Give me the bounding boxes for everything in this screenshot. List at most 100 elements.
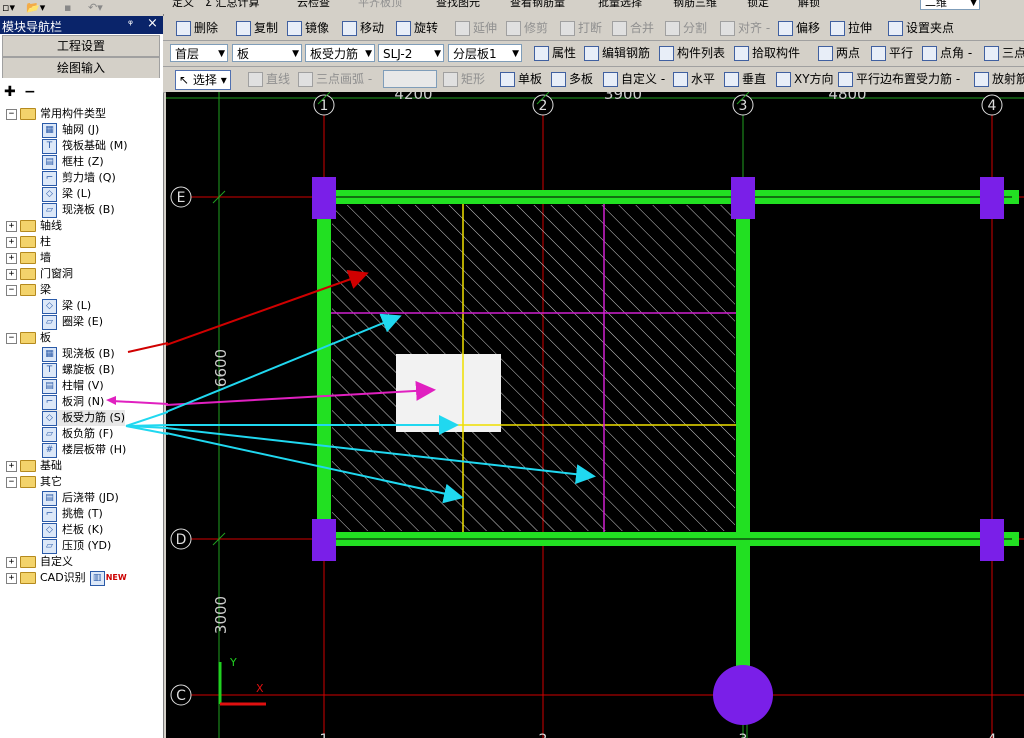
combo-category[interactable]: 板 ▼ xyxy=(232,44,302,62)
toolbar-button[interactable]: 两点 xyxy=(818,44,860,62)
combo-layer[interactable]: 分层板1 ▼ xyxy=(448,44,522,62)
tree-item[interactable]: + 柱 xyxy=(6,234,51,250)
toolbar-button[interactable]: 垂直 xyxy=(724,70,766,88)
tree-item[interactable]: ▦ 现浇板 (B) xyxy=(42,346,115,362)
expand-icon[interactable]: + xyxy=(6,572,17,584)
toolbar-button[interactable]: 编辑钢筋 xyxy=(584,44,650,62)
empty-combo[interactable] xyxy=(383,70,437,88)
save-icon[interactable]: ▪ xyxy=(64,1,71,14)
tree-item[interactable]: ▱ 压顶 (YD) xyxy=(42,538,111,554)
expand-icon[interactable]: + xyxy=(6,460,17,472)
round-column[interactable] xyxy=(713,665,773,725)
close-icon[interactable]: × xyxy=(147,16,158,31)
tree-item[interactable]: ◇ 栏板 (K) xyxy=(42,522,103,538)
tree-item[interactable]: ⌐ 剪力墙 (Q) xyxy=(42,170,116,186)
menu-button[interactable]: 批量选择 xyxy=(598,0,642,12)
pin-icon[interactable]: ᵠ xyxy=(128,17,133,31)
menu-button[interactable]: 锁定 xyxy=(747,0,769,12)
toolbar-button[interactable]: 合并 xyxy=(612,19,654,37)
toolbar-button[interactable]: 点角 - xyxy=(922,44,972,62)
toolbar-button[interactable]: 水平 xyxy=(673,70,715,88)
toolbar-button[interactable]: 平行 xyxy=(871,44,913,62)
combo-floor[interactable]: 首层 ▼ xyxy=(170,44,228,62)
toolbar-button[interactable]: 自定义 - xyxy=(603,70,665,88)
tree-item[interactable]: + 轴线 xyxy=(6,218,62,234)
new-file-icon[interactable]: ▫▾ xyxy=(2,1,15,14)
collapse-icon[interactable]: − xyxy=(6,332,17,344)
expand-icon[interactable]: + xyxy=(6,220,17,232)
select-button[interactable]: ↖ 选择 ▾ xyxy=(175,70,231,90)
tree-item[interactable]: ⌐ 挑檐 (T) xyxy=(42,506,103,522)
menu-button[interactable]: 钢筋三维 xyxy=(673,0,717,12)
tree-item[interactable]: ▤ 后浇带 (JD) xyxy=(42,490,119,506)
tree-item[interactable]: + 墙 xyxy=(6,250,51,266)
toolbar-button[interactable]: 属性 xyxy=(534,44,576,62)
slab-opening[interactable] xyxy=(396,354,501,432)
toolbar-button[interactable]: 单板 xyxy=(500,70,542,88)
tree-item[interactable]: + CAD识别 ▥ NEW xyxy=(6,570,127,586)
toolbar-button[interactable]: 旋转 xyxy=(396,19,438,37)
toolbar-button[interactable]: 打断 xyxy=(560,19,602,37)
toolbar-button[interactable]: 矩形 xyxy=(443,70,485,88)
expand-icon[interactable]: + xyxy=(6,556,17,568)
tree-item[interactable]: ▦ 轴网 (J) xyxy=(42,122,99,138)
menu-button[interactable]: 定义 xyxy=(172,0,194,12)
toolbar-button[interactable]: 设置夹点 xyxy=(888,19,954,37)
drawing-canvas[interactable]: 1 1 2 2 3 3 4 4 E D C 4200 3900 4800 6600 3000 Y X xyxy=(166,92,1024,738)
menu-button[interactable]: Σ 汇总计算 xyxy=(205,0,259,12)
toolbar-button[interactable]: 平行边布置受力筋 - xyxy=(838,70,960,88)
beam[interactable] xyxy=(317,190,331,546)
tree-item[interactable]: ▱ 圈梁 (E) xyxy=(42,314,103,330)
collapse-all-icon[interactable]: − xyxy=(24,84,36,100)
toolbar-button[interactable]: 删除 xyxy=(176,19,218,37)
toolbar-button[interactable]: 分割 xyxy=(665,19,707,37)
toolbar-button[interactable]: 复制 xyxy=(236,19,278,37)
tree-item[interactable]: − 其它 xyxy=(6,474,62,490)
expand-icon[interactable]: + xyxy=(6,252,17,264)
toolbar-button[interactable]: 移动 xyxy=(342,19,384,37)
tree-item[interactable]: ▱ 现浇板 (B) xyxy=(42,202,115,218)
expand-all-icon[interactable]: ✚ xyxy=(4,84,16,100)
menu-button[interactable]: 解锁 xyxy=(798,0,820,12)
menu-button[interactable]: 查找图元 xyxy=(436,0,480,12)
collapse-icon[interactable]: − xyxy=(6,284,17,296)
tree-item[interactable]: ◇ 梁 (L) xyxy=(42,186,91,202)
tree-item[interactable]: ▤ 柱帽 (V) xyxy=(42,378,104,394)
tree-item[interactable]: + 门窗洞 xyxy=(6,266,73,282)
menu-button[interactable]: 云检查 xyxy=(297,0,330,12)
column[interactable] xyxy=(312,519,336,561)
toolbar-button[interactable]: 偏移 xyxy=(778,19,820,37)
open-folder-icon[interactable]: 📂▾ xyxy=(26,1,45,14)
tree-item[interactable]: T 筏板基础 (M) xyxy=(42,138,128,154)
collapse-icon[interactable]: − xyxy=(6,108,17,120)
column[interactable] xyxy=(980,519,1004,561)
tree-item[interactable]: + 自定义 xyxy=(6,554,73,570)
undo-icon[interactable]: ↶▾ xyxy=(88,1,103,14)
beam[interactable] xyxy=(736,190,750,546)
tree-item[interactable]: # 楼层板带 (H) xyxy=(42,442,126,458)
tree-item[interactable]: ◇ 板受力筋 (S) xyxy=(42,410,126,426)
view-mode-select[interactable]: 二维 ▼ xyxy=(920,0,980,10)
combo-type[interactable]: 板受力筋 ▼ xyxy=(305,44,375,62)
toolbar-button[interactable]: 三点画弧 - xyxy=(298,70,372,88)
toolbar-button[interactable]: 三点 xyxy=(984,44,1024,62)
expand-icon[interactable]: + xyxy=(6,268,17,280)
toolbar-button[interactable]: 放射筋 - xyxy=(974,70,1024,88)
collapse-icon[interactable]: − xyxy=(6,476,17,488)
combo-name[interactable]: SLJ-2 ▼ xyxy=(378,44,444,62)
toolbar-button[interactable]: 拉伸 xyxy=(830,19,872,37)
toolbar-button[interactable]: 镜像 xyxy=(287,19,329,37)
tree-item[interactable]: − 常用构件类型 xyxy=(6,106,106,122)
menu-button[interactable]: 平齐板顶 xyxy=(358,0,402,12)
tree-item[interactable]: ◇ 梁 (L) xyxy=(42,298,91,314)
tree-item[interactable]: − 梁 xyxy=(6,282,51,298)
column[interactable] xyxy=(980,177,1004,219)
toolbar-button[interactable]: XY方向 xyxy=(776,70,834,88)
toolbar-button[interactable]: 延伸 xyxy=(455,19,497,37)
toolbar-button[interactable]: 对齐 - xyxy=(720,19,770,37)
tree-item[interactable]: ▱ 板负筋 (F) xyxy=(42,426,113,442)
tree-item[interactable]: T 螺旋板 (B) xyxy=(42,362,115,378)
beam[interactable] xyxy=(736,532,750,672)
drawing-input-button[interactable]: 绘图输入 xyxy=(2,57,160,79)
toolbar-button[interactable]: 构件列表 xyxy=(659,44,725,62)
